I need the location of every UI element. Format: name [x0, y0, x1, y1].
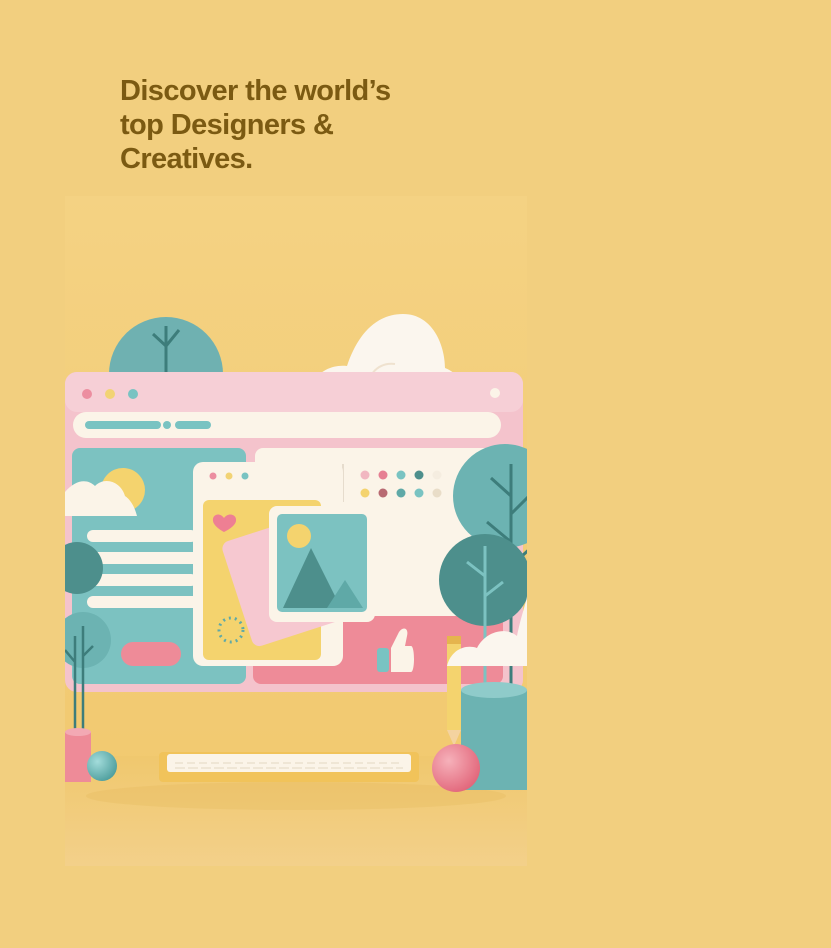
- teal-sphere: [87, 751, 117, 781]
- pink-sphere: [432, 744, 480, 792]
- keyboard-icon: [159, 752, 419, 782]
- headline-line-1: Discover the world’s: [120, 75, 391, 107]
- headline-line-2: top Designers &: [120, 109, 334, 141]
- window-dot-white: [490, 388, 500, 398]
- window-dot-yellow: [105, 389, 115, 399]
- pink-pill-button: [121, 642, 181, 666]
- hero-illustration: [65, 196, 527, 866]
- headline-line-3: Creatives.: [120, 143, 253, 175]
- hero-headline: Discover the world’s top Designers & Cre…: [120, 74, 450, 176]
- window-dot-red: [82, 389, 92, 399]
- window-dot-teal: [128, 389, 138, 399]
- onboarding-screen: Discover the world’s top Designers & Cre…: [0, 0, 831, 948]
